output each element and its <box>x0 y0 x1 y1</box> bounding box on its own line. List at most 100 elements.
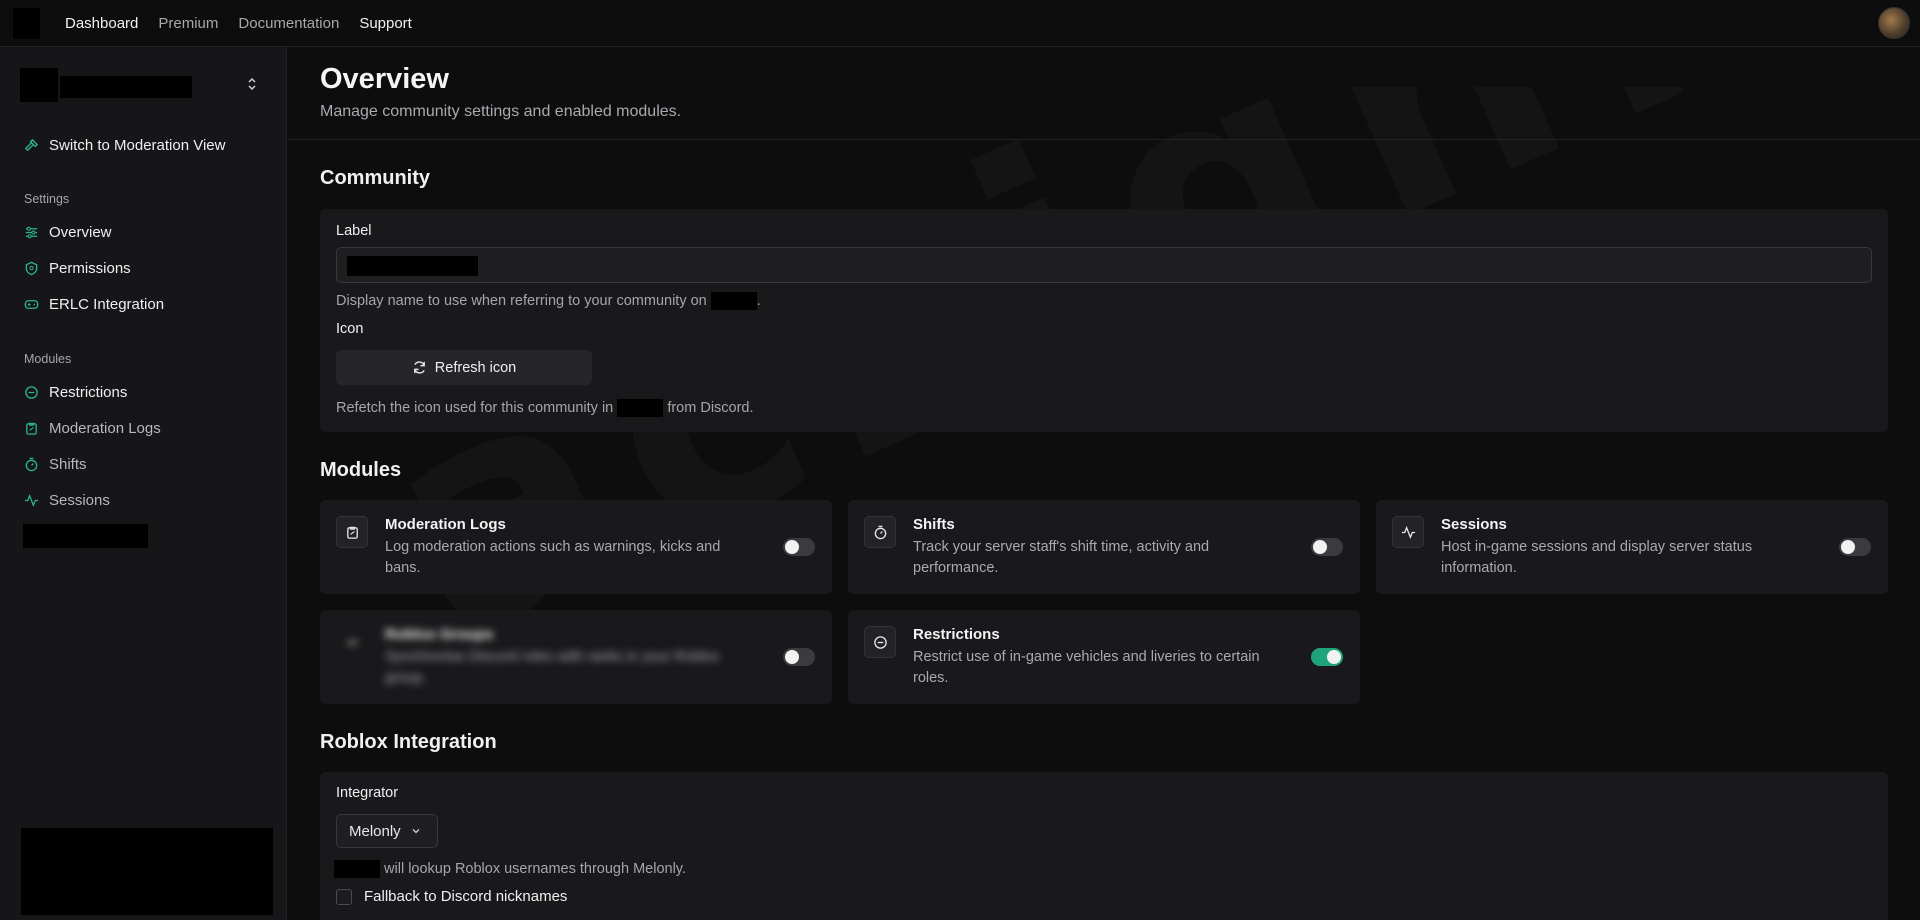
switch-moderation-view[interactable]: Switch to Moderation View <box>24 134 225 156</box>
module-toggle[interactable] <box>1311 538 1343 556</box>
module-toggle[interactable] <box>1311 648 1343 666</box>
page-subtitle: Manage community settings and enabled mo… <box>320 103 682 120</box>
label-hint-suffix: . <box>756 292 761 309</box>
module-card-restrictions: Restrictions Restrict use of in-game veh… <box>848 610 1360 704</box>
clipboard-icon <box>336 516 368 548</box>
settings-section-label: Settings <box>24 192 70 206</box>
module-desc: Log moderation actions such as warnings,… <box>385 539 721 576</box>
sidebar-item-label: Permissions <box>49 259 131 277</box>
roblox-panel: Integrator Melonly will lookup Roblox us… <box>320 772 1888 920</box>
module-card-blurred: Roblox Groups Synchronise Discord roles … <box>320 610 832 704</box>
hammer-icon <box>24 138 39 151</box>
sidebar-item-label: Moderation Logs <box>49 419 161 437</box>
chevron-updown-icon <box>247 77 257 94</box>
sidebar-item-label: Sessions <box>49 491 110 509</box>
redacted-sidebar-item <box>23 524 148 548</box>
community-name-redacted <box>60 76 192 98</box>
community-panel: Label Display name to use when referring… <box>320 209 1888 432</box>
activity-icon <box>24 493 39 507</box>
module-desc: Synchronise Discord roles with ranks in … <box>385 649 720 686</box>
shield-icon <box>25 261 38 275</box>
roblox-title: Roblox Integration <box>320 731 497 753</box>
sidebar-item-overview[interactable]: Overview <box>24 221 112 243</box>
sidebar-item-moderation-logs[interactable]: Moderation Logs <box>24 417 161 439</box>
minus-circle-icon <box>25 385 38 399</box>
modules-section-label: Modules <box>24 352 72 366</box>
module-title: Moderation Logs <box>385 516 506 533</box>
sidebar-item-label: ERLC Integration <box>49 295 165 313</box>
fallback-label: Fallback to Discord nicknames <box>364 888 568 905</box>
nav-links: Dashboard Premium Documentation Support <box>65 15 412 32</box>
clipboard-icon <box>26 422 37 435</box>
nav-documentation[interactable]: Documentation <box>238 15 339 32</box>
page-header: Overview Manage community settings and e… <box>288 47 1920 140</box>
chevron-down-icon <box>412 829 420 834</box>
refresh-icon <box>413 361 425 374</box>
blurred-content: Roblox Groups Synchronise Discord roles … <box>320 610 832 704</box>
integrator-value: Melonly <box>349 822 401 840</box>
module-card-sessions: Sessions Host in-game sessions and displ… <box>1376 500 1888 594</box>
timer-icon <box>864 516 896 548</box>
switch-view-label: Switch to Moderation View <box>49 136 226 154</box>
label-value-redacted <box>347 256 478 276</box>
modules-title: Modules <box>320 459 402 481</box>
redacted-app-name <box>334 860 380 878</box>
sidebar-item-sessions[interactable]: Sessions <box>24 489 110 511</box>
page-title: Overview <box>320 63 449 95</box>
module-title: Roblox Groups <box>385 626 494 643</box>
icon-hint-text: Refetch the icon used for this community… <box>336 399 614 416</box>
module-toggle[interactable] <box>1839 538 1871 556</box>
label-field-label: Label <box>336 223 372 239</box>
main-content: aczign.au Overview Manage community sett… <box>288 47 1920 920</box>
module-desc: Restrict use of in-game vehicles and liv… <box>913 649 1260 686</box>
redacted-app-name <box>617 399 664 417</box>
module-card-shifts: Shifts Track your server staff's shift t… <box>848 500 1360 594</box>
module-toggle[interactable] <box>783 648 815 666</box>
label-hint: Display name to use when referring to yo… <box>336 292 761 310</box>
activity-icon <box>1392 516 1424 548</box>
icon-field-label: Icon <box>336 321 364 337</box>
nav-support[interactable]: Support <box>359 15 412 32</box>
module-desc: Host in-game sessions and display server… <box>1441 539 1753 576</box>
module-toggle[interactable] <box>783 538 815 556</box>
timer-icon <box>25 457 38 471</box>
refresh-button-label: Refresh icon <box>434 359 517 376</box>
integrator-hint-text: will lookup Roblox usernames through Mel… <box>384 860 686 877</box>
integrator-hint: will lookup Roblox usernames through Mel… <box>334 860 686 878</box>
app-logo[interactable] <box>13 7 40 39</box>
minus-circle-icon <box>864 626 896 658</box>
controller-icon <box>24 299 39 309</box>
refresh-icon-button[interactable]: Refresh icon <box>336 350 592 385</box>
nav-premium[interactable]: Premium <box>158 15 218 32</box>
integrator-select[interactable]: Melonly <box>336 814 438 848</box>
community-switcher[interactable] <box>20 68 260 102</box>
sliders-icon <box>25 226 38 238</box>
icon-hint-suffix: from Discord. <box>667 399 754 416</box>
icon-hint: Refetch the icon used for this community… <box>336 399 754 417</box>
integrator-label: Integrator <box>336 785 399 801</box>
module-desc: Track your server staff's shift time, ac… <box>913 539 1210 576</box>
community-title: Community <box>320 167 430 189</box>
module-title: Restrictions <box>913 626 1000 643</box>
redacted-sidebar-footer <box>21 828 273 915</box>
label-input[interactable] <box>336 247 1872 283</box>
sidebar-item-erlc[interactable]: ERLC Integration <box>24 293 164 315</box>
sidebar-item-label: Overview <box>49 223 112 241</box>
sidebar-item-label: Shifts <box>49 455 87 473</box>
community-avatar <box>20 68 58 102</box>
sidebar-item-shifts[interactable]: Shifts <box>24 453 87 475</box>
fallback-checkbox[interactable] <box>336 889 352 905</box>
label-hint-text: Display name to use when referring to yo… <box>336 292 707 309</box>
sidebar-item-label: Restrictions <box>49 383 128 401</box>
sidebar-item-restrictions[interactable]: Restrictions <box>24 381 127 403</box>
module-title: Shifts <box>913 516 955 533</box>
redacted-app-name <box>710 292 757 310</box>
sidebar-item-permissions[interactable]: Permissions <box>24 257 131 279</box>
module-title: Sessions <box>1441 516 1507 533</box>
sidebar: Switch to Moderation View Settings Overv… <box>0 47 287 920</box>
user-avatar[interactable] <box>1878 7 1910 39</box>
link-icon <box>336 626 368 658</box>
nav-dashboard[interactable]: Dashboard <box>65 15 138 32</box>
top-nav: Dashboard Premium Documentation Support <box>0 0 1920 47</box>
module-card-moderation-logs: Moderation Logs Log moderation actions s… <box>320 500 832 594</box>
